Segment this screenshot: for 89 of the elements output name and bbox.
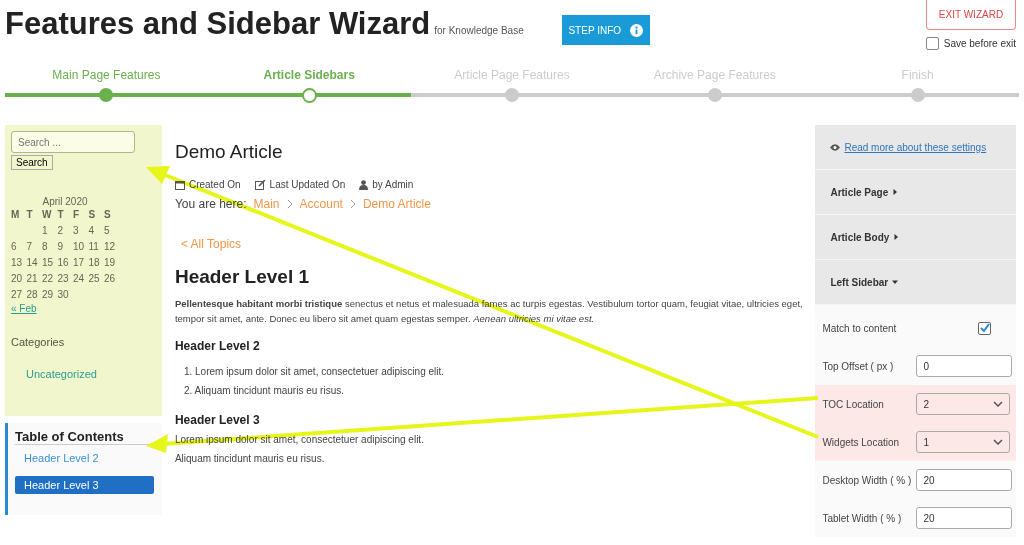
- calendar-day[interactable]: 2: [57, 223, 73, 239]
- select-field[interactable]: 2: [916, 393, 1011, 415]
- search-button[interactable]: Search: [11, 155, 53, 170]
- calendar-day[interactable]: 18: [88, 255, 104, 271]
- checkbox[interactable]: [978, 321, 992, 335]
- calendar-icon: [174, 179, 185, 190]
- weekday-label: M: [11, 208, 21, 222]
- calendar-day[interactable]: 11: [88, 239, 104, 255]
- chevron-down-icon: [993, 439, 1004, 445]
- input-field[interactable]: 0: [916, 355, 1013, 377]
- meta-text: Created On: [188, 179, 241, 190]
- meta-text: by Admin: [372, 179, 414, 190]
- save-before-exit-checkbox[interactable]: [925, 37, 939, 50]
- list-item: 2. Aliquam tincidunt mauris eu risus.: [183, 384, 345, 398]
- weekday-label: S: [88, 208, 97, 222]
- user-icon: [359, 179, 369, 190]
- article-title: Demo Article: [174, 141, 284, 163]
- calendar-day[interactable]: 4: [88, 223, 104, 239]
- weekday-label: T: [57, 208, 65, 222]
- calendar-month: April 2020: [41, 196, 89, 207]
- calendar-day[interactable]: 17: [73, 255, 89, 271]
- calendar-day[interactable]: 23: [57, 271, 73, 287]
- field-label: Match to content: [822, 322, 898, 334]
- calendar-day[interactable]: 10: [73, 239, 89, 255]
- page-subtitle: for Knowledge Base: [434, 25, 524, 36]
- heading: Header Level 3: [174, 413, 261, 427]
- info-icon: [630, 23, 644, 37]
- calendar-day[interactable]: 9: [57, 239, 73, 255]
- calendar-day[interactable]: 25: [88, 271, 104, 287]
- field-label: Top Offset ( px ): [822, 360, 895, 372]
- calendar-day[interactable]: 29: [42, 287, 58, 303]
- weekday-label: W: [42, 208, 53, 222]
- edit-icon: [254, 179, 266, 190]
- calendar-day[interactable]: 21: [26, 271, 42, 287]
- section-label: Left Sidebar: [830, 276, 889, 288]
- chevron-icon: [286, 199, 293, 209]
- calendar-day[interactable]: 22: [42, 271, 58, 287]
- calendar-day[interactable]: 15: [42, 255, 58, 271]
- categories-heading: Categories: [11, 336, 66, 348]
- heading: Header Level 1: [174, 266, 311, 288]
- calendar-day[interactable]: 28: [26, 287, 42, 303]
- list-item: 1. Lorem ipsum dolor sit amet, consectetuer adipiscing elit.: [183, 365, 446, 379]
- settings-section-toggle[interactable]: Article Body: [815, 215, 1016, 260]
- calendar-day[interactable]: 27: [11, 287, 27, 303]
- calendar-day[interactable]: 30: [57, 287, 73, 303]
- calendar-day[interactable]: 13: [11, 255, 27, 271]
- calendar-day[interactable]: 19: [104, 255, 120, 271]
- calendar-day[interactable]: 8: [42, 239, 58, 255]
- calendar-day[interactable]: 1: [42, 223, 58, 239]
- category-link[interactable]: Uncategorized: [26, 368, 156, 380]
- calendar-day[interactable]: 5: [104, 223, 120, 239]
- field-label: Tablet Width ( % ): [822, 512, 903, 524]
- chevron-icon: [349, 199, 356, 209]
- field-label: TOC Location: [822, 398, 885, 410]
- toc-item[interactable]: Header Level 2: [15, 449, 154, 467]
- settings-help-link[interactable]: Read more about these settings: [844, 141, 987, 153]
- toc-item[interactable]: Header Level 3: [15, 476, 154, 494]
- exit-wizard-button[interactable]: EXIT WIZARD: [926, 0, 1016, 30]
- field-label: Desktop Width ( % ): [822, 474, 913, 486]
- save-before-exit-label: Save before exit: [943, 38, 1016, 49]
- calendar-day[interactable]: 24: [73, 271, 89, 287]
- chevron-down-icon: [993, 401, 1004, 407]
- calendar-day[interactable]: 16: [57, 255, 73, 271]
- weekday-label: S: [104, 208, 112, 222]
- section-label: Article Page: [830, 186, 889, 198]
- settings-section-toggle[interactable]: Left Sidebar: [815, 260, 1016, 305]
- eye-icon: [830, 143, 841, 151]
- calendar-day[interactable]: 6: [11, 239, 27, 255]
- weekday-label: T: [26, 208, 34, 222]
- input-field[interactable]: 20: [916, 469, 1013, 491]
- section-label: Article Body: [830, 231, 890, 243]
- previous-month-link[interactable]: « Feb: [11, 303, 37, 314]
- meta-text: Last Updated On: [269, 179, 346, 190]
- calendar-day[interactable]: 3: [73, 223, 89, 239]
- calendar-day[interactable]: 12: [104, 239, 120, 255]
- calendar-day[interactable]: 7: [26, 239, 42, 255]
- step-info-button[interactable]: STEP INFO: [561, 15, 650, 45]
- field-label: Widgets Location: [822, 436, 901, 448]
- select-field[interactable]: 1: [916, 431, 1011, 453]
- calendar-day[interactable]: 26: [104, 271, 120, 287]
- weekday-label: F: [73, 208, 81, 222]
- input-field[interactable]: 20: [916, 507, 1013, 529]
- calendar-day[interactable]: 20: [11, 271, 27, 287]
- heading: Header Level 2: [174, 339, 261, 353]
- page-title: Features and Sidebar Wizard: [5, 6, 431, 42]
- settings-section-toggle[interactable]: Article Page: [815, 170, 1016, 215]
- calendar-day[interactable]: 14: [26, 255, 42, 271]
- search-field[interactable]: Search ...: [11, 131, 135, 153]
- article-paragraph: Aliquam tincidunt mauris eu risus.: [174, 452, 326, 465]
